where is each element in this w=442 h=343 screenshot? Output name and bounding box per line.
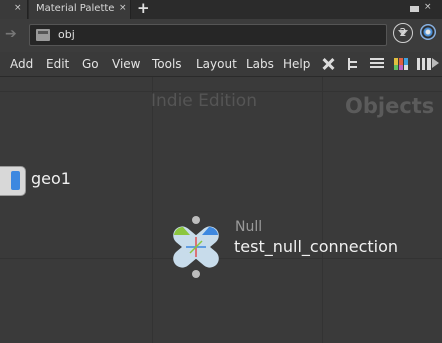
network-context-label: Objects (345, 94, 435, 118)
grid-line (152, 77, 153, 343)
null-node-icon[interactable] (165, 215, 227, 279)
tab-label: Material Palette (36, 3, 115, 14)
pane-link-badge[interactable]: 2 (393, 23, 413, 43)
tab-bar: × Material Palette × + × (0, 0, 442, 19)
node-name-test-null-connection[interactable]: test_null_connection (234, 237, 398, 256)
grid-line (322, 77, 323, 343)
output-connector-icon (192, 270, 200, 278)
menu-layout[interactable]: Layout (196, 57, 237, 71)
pin-icon[interactable] (420, 24, 436, 40)
menu-view[interactable]: View (112, 57, 140, 71)
wrench-icon[interactable] (321, 57, 335, 71)
close-pane-icon[interactable]: × (424, 2, 432, 12)
back-arrow-icon[interactable]: ➔ (5, 26, 17, 42)
network-canvas[interactable]: Indie Edition Objects geo1 Null test_nul… (0, 77, 442, 343)
network-path-value: obj (58, 28, 75, 41)
columns-icon[interactable] (417, 58, 431, 70)
menu-tools[interactable]: Tools (152, 57, 182, 71)
input-connector-icon (192, 216, 200, 224)
menu-bar: Add Edit Go View Tools Layout Labs Help (0, 52, 442, 77)
node-type-label: Null (235, 219, 263, 235)
tab-close-icon[interactable]: × (14, 3, 22, 13)
menu-add[interactable]: Add (10, 57, 33, 71)
tab-0[interactable]: × (0, 0, 28, 19)
list-icon[interactable] (370, 58, 384, 70)
menu-help[interactable]: Help (283, 57, 310, 71)
obj-context-icon (36, 29, 50, 41)
pane-menu-icon[interactable] (410, 6, 419, 12)
menu-labs[interactable]: Labs (246, 57, 274, 71)
menu-edit[interactable]: Edit (46, 57, 69, 71)
tab-close-icon[interactable]: × (119, 3, 127, 13)
more-arrow-icon[interactable] (432, 58, 439, 68)
path-bar: ➔ obj 2 (0, 19, 442, 52)
tab-material-palette[interactable]: Material Palette × (29, 0, 131, 19)
geo-node-icon[interactable] (0, 166, 26, 196)
menu-go[interactable]: Go (82, 57, 99, 71)
edition-watermark: Indie Edition (151, 91, 257, 111)
color-grid-icon[interactable] (394, 58, 408, 70)
new-tab-button[interactable]: + (137, 0, 150, 17)
tree-icon[interactable] (346, 57, 360, 71)
node-name-geo1[interactable]: geo1 (31, 169, 71, 188)
network-path-field[interactable]: obj (29, 24, 408, 46)
